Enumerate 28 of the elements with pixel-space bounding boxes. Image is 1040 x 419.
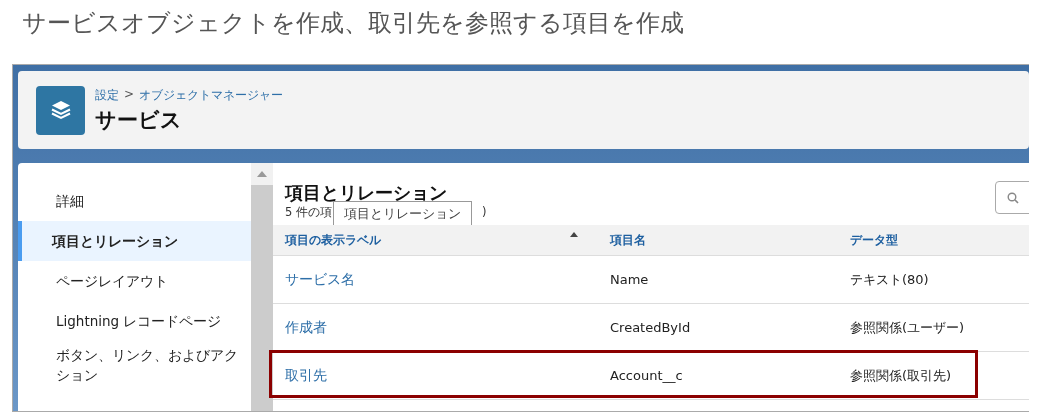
sidebar-item[interactable]: ページレイアウト [18, 261, 251, 301]
sidebar-item[interactable]: ボタン、リンク、およびアクション [18, 341, 251, 389]
page-heading: サービスオブジェクトを作成、取引先を参照する項目を作成 [22, 8, 685, 39]
column-header[interactable]: データ型 [838, 231, 1029, 249]
table-cell-text: Account__c [609, 368, 684, 383]
field-link[interactable]: サービス名 [285, 270, 355, 287]
column-header[interactable]: 項目名 [598, 231, 838, 249]
table-cell-text: テキスト(80) [849, 270, 930, 289]
layers-icon [36, 85, 85, 135]
table-cell-text: 参照関係(ユーザー) [849, 318, 966, 337]
table-cell-text: CreatedById [609, 320, 692, 335]
item-count-end: ) [482, 205, 487, 220]
column-header[interactable]: 項目の表示ラベル [273, 231, 598, 249]
sidebar-item[interactable]: 項目とリレーション [18, 221, 251, 261]
field-link[interactable]: 作成者 [285, 318, 327, 335]
object-title: サービス [95, 106, 183, 134]
table-cell-text: 参照関係(取引先) [849, 366, 953, 385]
search-field[interactable] [995, 181, 1029, 214]
item-count: 5 件の項 [285, 205, 332, 220]
breadcrumb-link[interactable]: 設定 [95, 86, 119, 104]
table-cell-text: Name [609, 272, 650, 287]
breadcrumb-separator: > [124, 86, 135, 103]
breadcrumb-link[interactable]: オブジェクトマネージャー [139, 86, 284, 104]
search-icon [1007, 191, 1019, 204]
field-link[interactable]: 取引先 [285, 366, 327, 383]
sidebar-item[interactable]: Lightning レコードページ [18, 301, 251, 341]
scroll-up-icon[interactable] [257, 171, 267, 177]
sidebar-item[interactable]: 詳細 [18, 181, 251, 221]
